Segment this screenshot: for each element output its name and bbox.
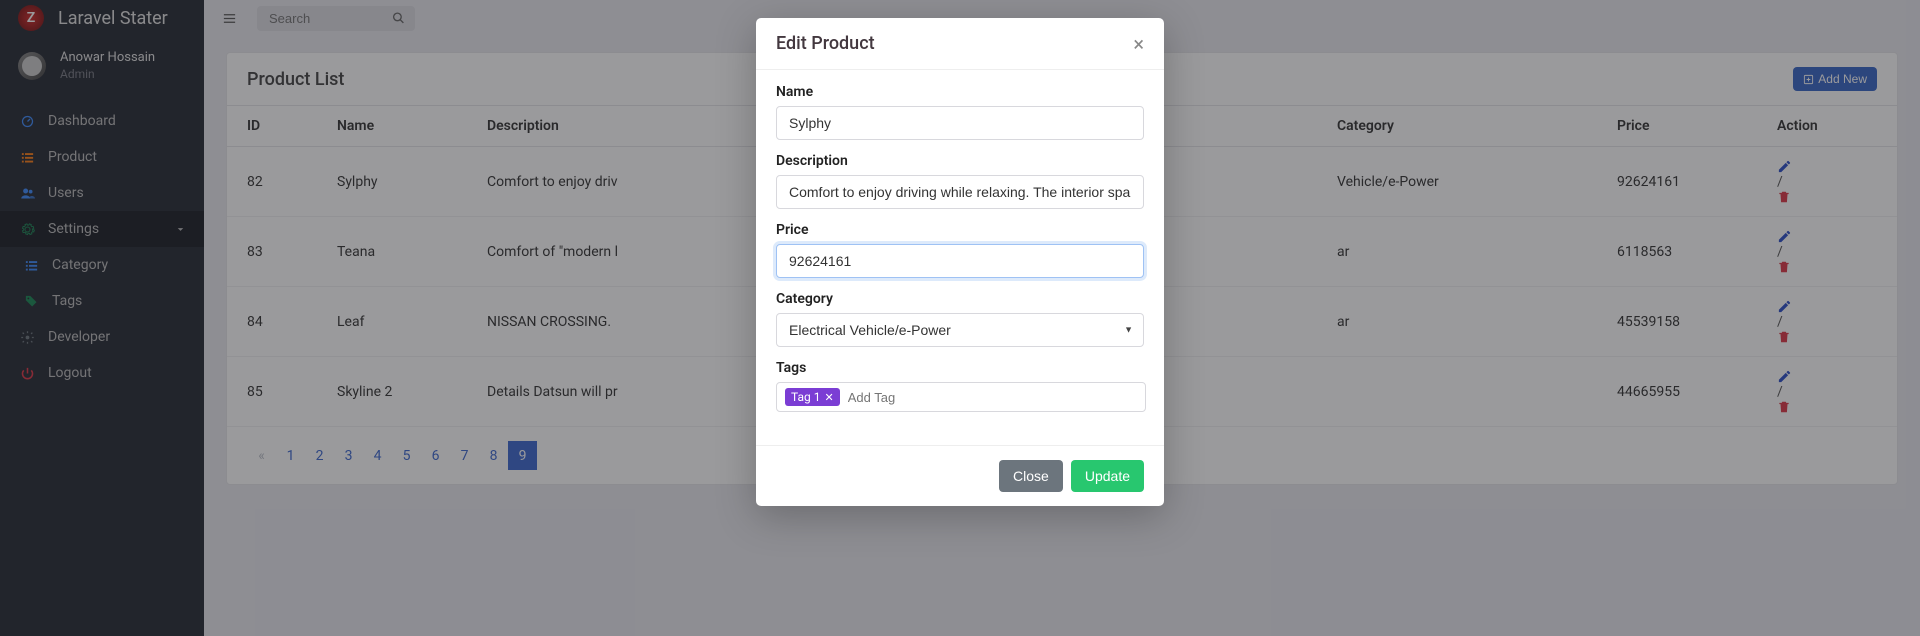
description-label: Description bbox=[776, 153, 1144, 169]
modal-overlay[interactable]: Edit Product × Name Description Price Ca… bbox=[0, 0, 1920, 636]
name-input[interactable] bbox=[776, 106, 1144, 140]
category-label: Category bbox=[776, 291, 1144, 307]
tags-label: Tags bbox=[776, 360, 1144, 376]
tag-remove-icon[interactable]: ✕ bbox=[824, 391, 833, 404]
tag-chip-label: Tag 1 bbox=[791, 390, 820, 404]
update-button[interactable]: Update bbox=[1071, 460, 1144, 492]
price-label: Price bbox=[776, 222, 1144, 238]
description-input[interactable] bbox=[776, 175, 1144, 209]
category-select[interactable] bbox=[776, 313, 1144, 347]
edit-product-modal: Edit Product × Name Description Price Ca… bbox=[756, 18, 1164, 506]
price-input[interactable] bbox=[776, 244, 1144, 278]
tag-chip: Tag 1 ✕ bbox=[785, 388, 840, 406]
close-icon[interactable]: × bbox=[1133, 34, 1144, 54]
modal-title: Edit Product bbox=[776, 33, 875, 54]
tags-input[interactable]: Tag 1 ✕ bbox=[776, 382, 1146, 412]
close-button[interactable]: Close bbox=[999, 460, 1063, 492]
tag-add-field[interactable] bbox=[848, 390, 1137, 405]
name-label: Name bbox=[776, 84, 1144, 100]
